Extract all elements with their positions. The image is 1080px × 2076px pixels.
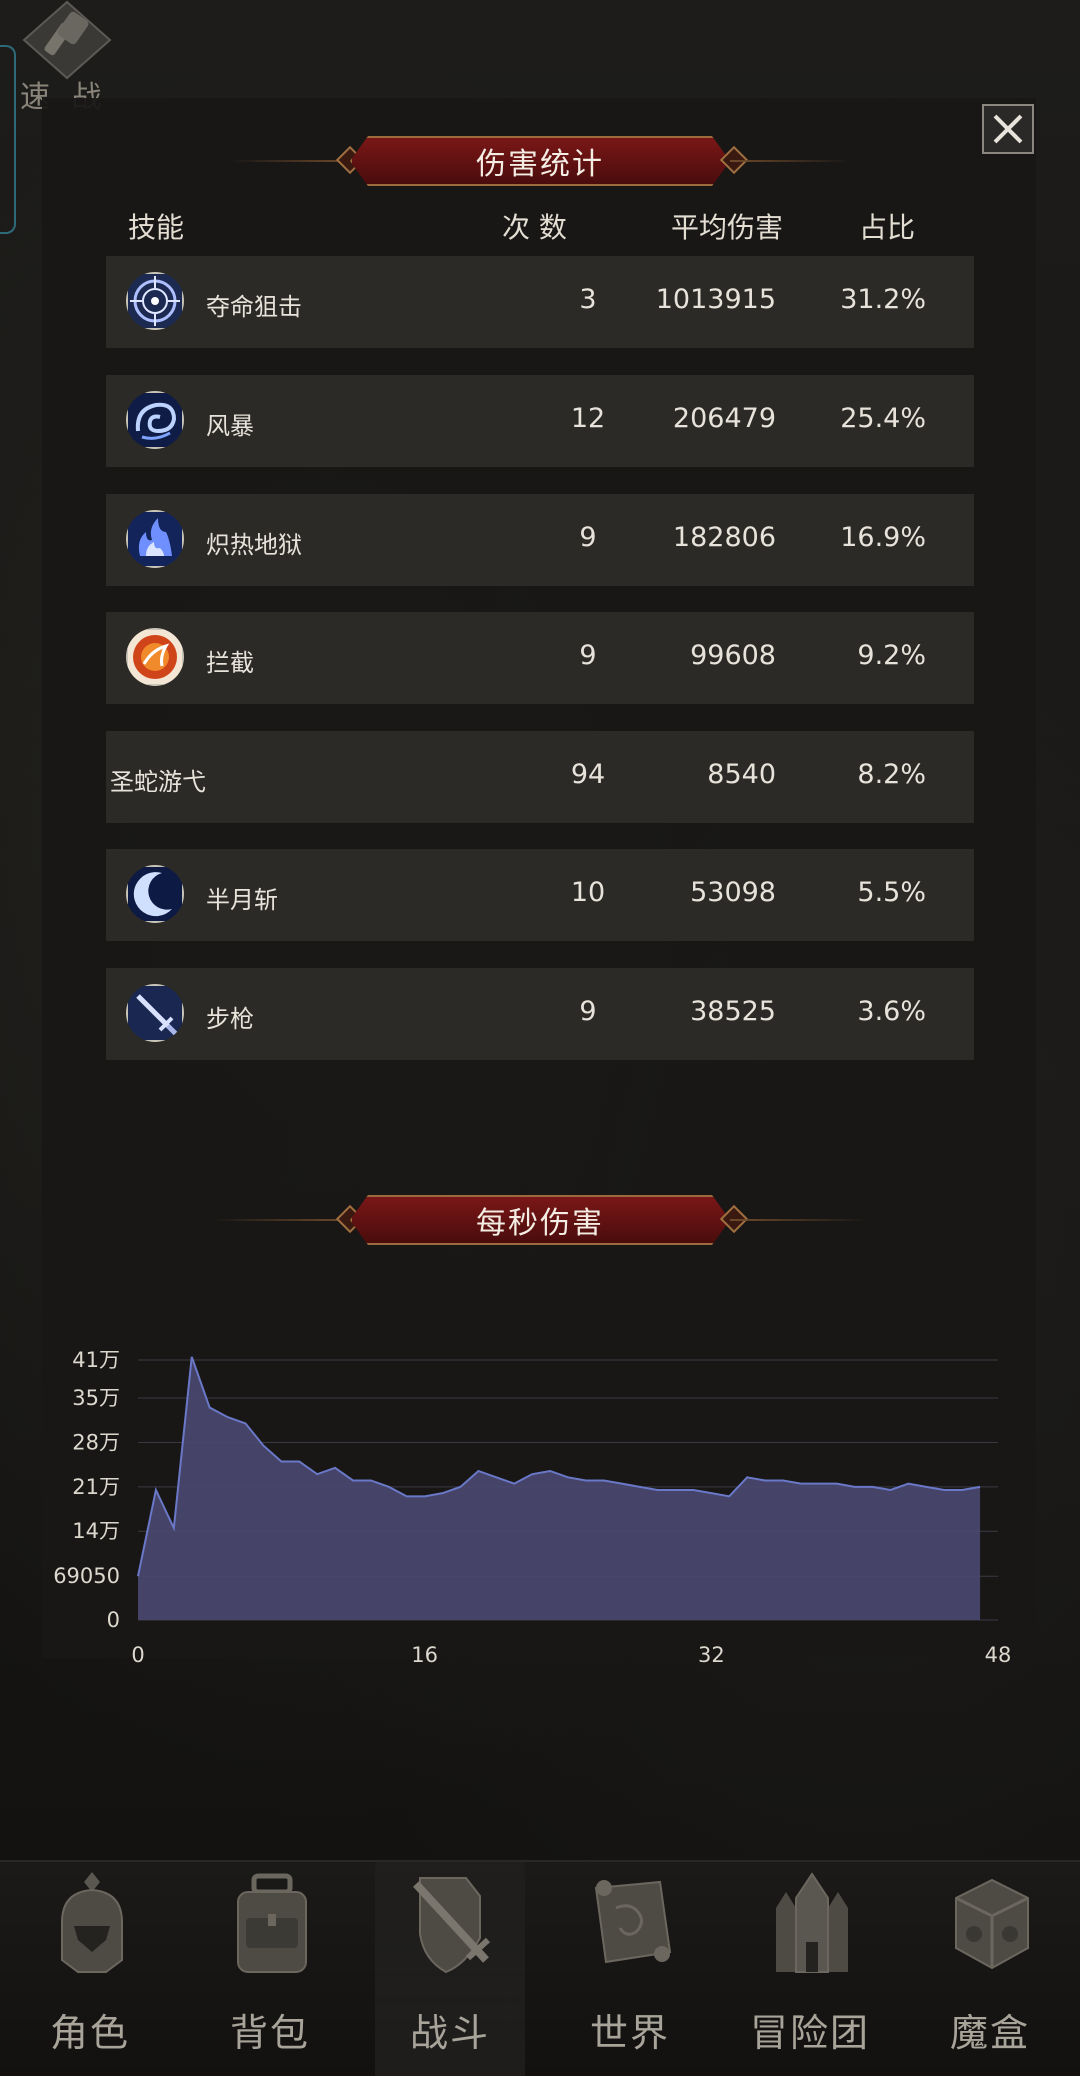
y-tick-label: 14万 [72, 1519, 120, 1543]
skill-name: 半月斩 [206, 886, 278, 914]
header-avg-damage: 平均伤害 [671, 211, 784, 244]
skill-name: 步枪 [206, 1005, 254, 1033]
crescent-icon [126, 865, 184, 923]
banner-line-left [230, 160, 350, 162]
skill-ratio: 9.2% [857, 640, 926, 671]
header-skill: 技能 [128, 211, 185, 244]
intercept-icon [126, 628, 184, 686]
x-tick-label: 16 [411, 1643, 438, 1667]
skill-avg-damage: 206479 [672, 403, 776, 434]
table-row[interactable]: 炽热地狱 9 182806 16.9% [106, 494, 974, 586]
flame-icon [126, 510, 184, 568]
table-row[interactable]: 风暴 12 206479 25.4% [106, 375, 974, 467]
skill-ratio: 25.4% [840, 403, 926, 434]
nav-item-backpack[interactable]: 背包 [195, 1862, 345, 2076]
banner-line-left [210, 1219, 350, 1221]
nav-label: 冒险团 [749, 2011, 870, 2055]
header-ratio: 占比 [859, 211, 916, 244]
nav-item-guild[interactable]: 冒险团 [735, 1862, 885, 2076]
bottom-nav: 角色 背包 战斗 世界 冒险团 魔盒 [0, 1860, 1080, 2076]
dps-chart: 0 69050 14万 21万 28万 35万 41万 0 16 32 48 [53, 1348, 1012, 1667]
nav-label: 战斗 [409, 2011, 490, 2055]
target-icon [126, 272, 184, 330]
skill-avg-damage: 38525 [690, 996, 776, 1027]
y-tick-label: 0 [107, 1608, 120, 1632]
table-row[interactable]: 夺命狙击 3 1013915 31.2% [106, 256, 974, 348]
skill-name: 炽热地狱 [206, 531, 302, 559]
table-row[interactable]: 圣蛇游弋 94 8540 8.2% [106, 731, 974, 823]
skill-ratio: 3.6% [857, 996, 926, 1027]
dialog-title: 伤害统计 [350, 136, 730, 186]
nav-item-battle[interactable]: 战斗 [375, 1862, 525, 2076]
dps-banner: 每秒伤害 [200, 1192, 880, 1248]
skill-name: 拦截 [206, 649, 254, 677]
skill-avg-damage: 99608 [690, 640, 776, 671]
magic-cube-icon [955, 1878, 1029, 1970]
y-tick-label: 21万 [72, 1475, 120, 1499]
table-row[interactable]: 步枪 9 38525 3.6% [106, 968, 974, 1060]
dps-area [138, 1356, 981, 1620]
quick-battle-icon [22, 0, 112, 80]
x-tick-label: 32 [698, 1643, 725, 1667]
skill-ratio: 31.2% [840, 284, 926, 315]
x-tick-label: 48 [985, 1643, 1012, 1667]
storm-icon [126, 391, 184, 449]
nav-item-magic-box[interactable]: 魔盒 [915, 1862, 1065, 2076]
skill-ratio: 8.2% [857, 759, 926, 790]
castle-icon [776, 1872, 848, 1973]
map-scroll-icon [594, 1880, 672, 1964]
skill-avg-damage: 1013915 [655, 284, 776, 315]
close-icon [993, 114, 1023, 144]
dps-title: 每秒伤害 [350, 1195, 730, 1245]
header-count: 次 数 [502, 211, 567, 244]
nav-label: 背包 [229, 2011, 310, 2055]
nav-item-character[interactable]: 角色 [15, 1862, 165, 2076]
sword-shield-icon [413, 1877, 491, 1974]
table-row[interactable]: 拦截 9 99608 9.2% [106, 612, 974, 704]
skill-name: 夺命狙击 [206, 293, 302, 321]
nav-label: 魔盒 [949, 2011, 1030, 2055]
close-button[interactable] [982, 104, 1034, 154]
skill-name: 圣蛇游弋 [110, 768, 206, 796]
skill-name: 风暴 [206, 412, 254, 440]
skill-avg-damage: 53098 [690, 877, 776, 908]
y-tick-label: 69050 [53, 1564, 120, 1588]
nav-label: 世界 [589, 2011, 670, 2055]
banner-line-right [730, 160, 850, 162]
backpack-icon [237, 1873, 307, 1973]
rifle-icon [126, 984, 184, 1042]
y-tick-label: 28万 [72, 1430, 120, 1454]
nav-item-world[interactable]: 世界 [555, 1862, 705, 2076]
skill-ratio: 16.9% [840, 522, 926, 553]
table-row[interactable]: 半月斩 10 53098 5.5% [106, 849, 974, 941]
y-tick-label: 35万 [72, 1386, 120, 1410]
x-tick-label: 0 [131, 1643, 144, 1667]
skill-ratio: 5.5% [857, 877, 926, 908]
helmet-icon [61, 1872, 123, 1973]
banner-line-right [730, 1219, 870, 1221]
nav-label: 角色 [49, 2011, 130, 2055]
damage-stats-banner: 伤害统计 [200, 133, 880, 189]
skill-avg-damage: 182806 [672, 522, 776, 553]
skill-avg-damage: 8540 [707, 759, 776, 790]
y-tick-label: 41万 [72, 1348, 120, 1372]
